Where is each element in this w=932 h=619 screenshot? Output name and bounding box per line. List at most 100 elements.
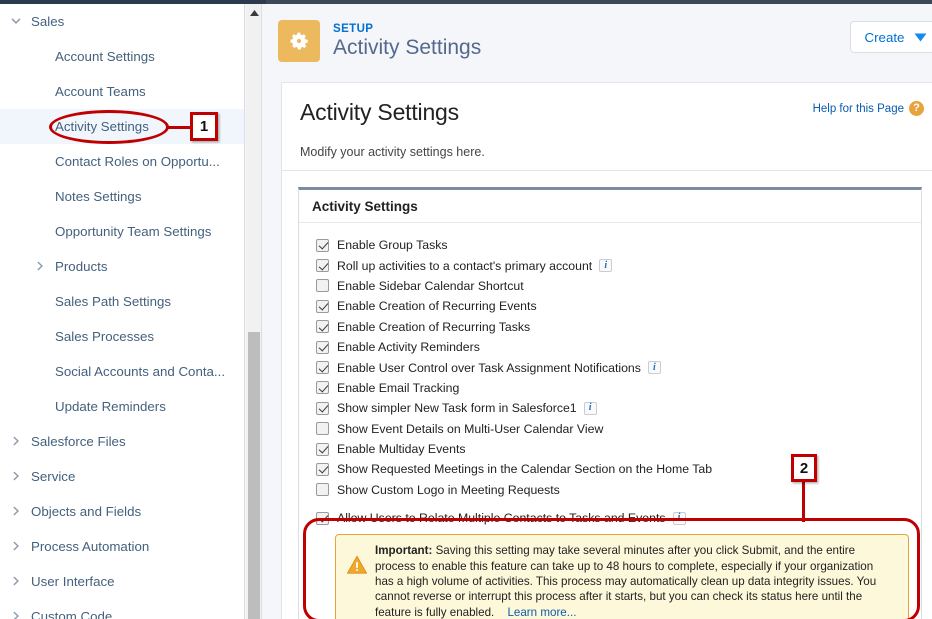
sidebar-item-user-interface[interactable]: User Interface — [0, 564, 244, 599]
sidebar-item-label: Notes Settings — [55, 189, 141, 204]
setting-label: Show Requested Meetings in the Calendar … — [337, 462, 712, 476]
important-warning-box: Important: Saving this setting may take … — [335, 534, 909, 619]
sidebar-item-label: Salesforce Files — [31, 434, 126, 449]
checkbox-allow-multiple-contacts[interactable] — [316, 512, 329, 525]
sidebar-scrollbar-thumb[interactable] — [248, 332, 260, 619]
gear-icon — [278, 20, 320, 62]
sidebar-item-label: Opportunity Team Settings — [55, 224, 211, 239]
setting-label: Enable Creation of Recurring Events — [337, 299, 537, 313]
chevron-right-icon[interactable] — [10, 435, 24, 449]
sidebar-scrollbar[interactable] — [246, 4, 262, 619]
setting-row[interactable]: Enable Creation of Recurring Tasks — [299, 317, 921, 337]
setting-row-allow-multiple-contacts[interactable]: Allow Users to Relate Multiple Contacts … — [299, 508, 921, 528]
sidebar-item-social-accounts-and-conta[interactable]: Social Accounts and Conta... — [0, 354, 244, 389]
setting-row[interactable]: Enable Multiday Events — [299, 439, 921, 459]
sidebar-item-products[interactable]: Products — [0, 249, 244, 284]
info-icon[interactable]: i — [584, 402, 597, 415]
sidebar-item-account-settings[interactable]: Account Settings — [0, 39, 244, 74]
setting-row[interactable]: Enable Email Tracking — [299, 378, 921, 398]
setting-label: Enable Activity Reminders — [337, 340, 480, 354]
sidebar-item-sales-path-settings[interactable]: Sales Path Settings — [0, 284, 244, 319]
setting-row[interactable]: Enable User Control over Task Assignment… — [299, 357, 921, 377]
learn-more-link[interactable]: Learn more... — [507, 606, 576, 619]
setting-row[interactable]: Show simpler New Task form in Salesforce… — [299, 398, 921, 418]
setting-checkbox[interactable] — [316, 361, 329, 374]
setting-label: Allow Users to Relate Multiple Contacts … — [337, 511, 666, 525]
sidebar-item-salesforce-files[interactable]: Salesforce Files — [0, 424, 244, 459]
setting-checkbox[interactable] — [316, 463, 329, 476]
screenshot-root: Sales Account Settings Account Teams Activi… — [0, 0, 932, 619]
sidebar-item-opportunity-team-settings[interactable]: Opportunity Team Settings — [0, 214, 244, 249]
chevron-right-icon[interactable] — [10, 470, 24, 484]
info-icon[interactable]: i — [648, 361, 661, 374]
chevron-right-icon[interactable] — [10, 610, 24, 619]
chevron-right-icon[interactable] — [10, 540, 24, 554]
setup-header: SETUP Activity Settings Create — [263, 4, 932, 78]
chevron-right-icon[interactable] — [10, 505, 24, 519]
main-content-area: SETUP Activity Settings Create Activity … — [263, 4, 932, 619]
sidebar-item-label: Process Automation — [31, 539, 149, 554]
sidebar-nav-list: Sales Account Settings Account Teams Activi… — [0, 4, 244, 619]
sidebar-item-label: Custom Code — [31, 609, 112, 619]
sidebar-item-update-reminders[interactable]: Update Reminders — [0, 389, 244, 424]
sidebar-item-objects-and-fields[interactable]: Objects and Fields — [0, 494, 244, 529]
warning-triangle-icon — [346, 554, 368, 576]
setting-checkbox[interactable] — [316, 341, 329, 354]
create-button[interactable]: Create — [850, 21, 932, 53]
sidebar-item-label: Sales Processes — [55, 329, 154, 344]
setting-checkbox[interactable] — [316, 279, 329, 292]
page-content-card: Activity Settings Modify your activity s… — [281, 82, 932, 619]
setting-row[interactable]: Roll up activities to a contact's primar… — [299, 255, 921, 275]
sidebar-item-label: Contact Roles on Opportu... — [55, 154, 220, 169]
sidebar-item-account-teams[interactable]: Account Teams — [0, 74, 244, 109]
setting-checkbox[interactable] — [316, 259, 329, 272]
setting-label: Enable Email Tracking — [337, 381, 459, 395]
setting-label: Show simpler New Task form in Salesforce… — [337, 401, 577, 415]
sidebar-item-label: Activity Settings — [55, 119, 149, 134]
sidebar-item-label: User Interface — [31, 574, 115, 589]
info-icon[interactable]: i — [599, 259, 612, 272]
setting-label: Enable User Control over Task Assignment… — [337, 361, 641, 375]
chevron-down-icon — [914, 30, 927, 45]
setting-row[interactable]: Enable Activity Reminders — [299, 337, 921, 357]
sidebar-item-custom-code[interactable]: Custom Code — [0, 599, 244, 619]
sidebar-item-activity-settings[interactable]: Activity Settings — [0, 109, 244, 144]
setting-row[interactable]: Enable Sidebar Calendar Shortcut — [299, 276, 921, 296]
sidebar-item-process-automation[interactable]: Process Automation — [0, 529, 244, 564]
setting-checkbox[interactable] — [316, 300, 329, 313]
sidebar-item-contact-roles-on-opportu[interactable]: Contact Roles on Opportu... — [0, 144, 244, 179]
setup-sidebar: Sales Account Settings Account Teams Activi… — [0, 4, 245, 619]
sidebar-item-service[interactable]: Service — [0, 459, 244, 494]
info-icon[interactable]: i — [673, 512, 686, 525]
setting-label: Show Custom Logo in Meeting Requests — [337, 483, 560, 497]
sidebar-item-label: Objects and Fields — [31, 504, 141, 519]
sidebar-item-label: Social Accounts and Conta... — [55, 364, 225, 379]
setting-checkbox[interactable] — [316, 483, 329, 496]
sidebar-item-label: Account Teams — [55, 84, 146, 99]
chevron-right-icon[interactable] — [10, 575, 24, 589]
warning-text: Important: Saving this setting may take … — [375, 543, 895, 619]
setting-checkbox[interactable] — [316, 422, 329, 435]
help-for-this-page-link[interactable]: Help for this Page — [813, 103, 904, 115]
setting-checkbox[interactable] — [316, 320, 329, 333]
sidebar-item-notes-settings[interactable]: Notes Settings — [0, 179, 244, 214]
setting-row[interactable]: Enable Group Tasks — [299, 235, 921, 255]
setting-checkbox[interactable] — [316, 239, 329, 252]
chevron-right-icon[interactable] — [34, 260, 48, 274]
chevron-down-icon[interactable] — [10, 15, 24, 29]
setting-row[interactable]: Show Custom Logo in Meeting Requests — [299, 480, 921, 500]
sidebar-item-label: Account Settings — [55, 49, 155, 64]
setting-row[interactable]: Show Requested Meetings in the Calendar … — [299, 459, 921, 479]
setting-row[interactable]: Enable Creation of Recurring Events — [299, 296, 921, 316]
sidebar-item-sales-processes[interactable]: Sales Processes — [0, 319, 244, 354]
setting-checkbox[interactable] — [316, 402, 329, 415]
scroll-up-arrow-icon[interactable] — [246, 4, 262, 21]
question-mark-icon[interactable]: ? — [909, 101, 924, 116]
sidebar-item-sales[interactable]: Sales — [0, 4, 244, 39]
setting-checkbox[interactable] — [316, 443, 329, 456]
setting-row[interactable]: Show Event Details on Multi-User Calenda… — [299, 419, 921, 439]
setting-label: Enable Sidebar Calendar Shortcut — [337, 279, 524, 293]
sidebar-item-label: Update Reminders — [55, 399, 166, 414]
sidebar-item-label: Service — [31, 469, 75, 484]
setting-checkbox[interactable] — [316, 381, 329, 394]
